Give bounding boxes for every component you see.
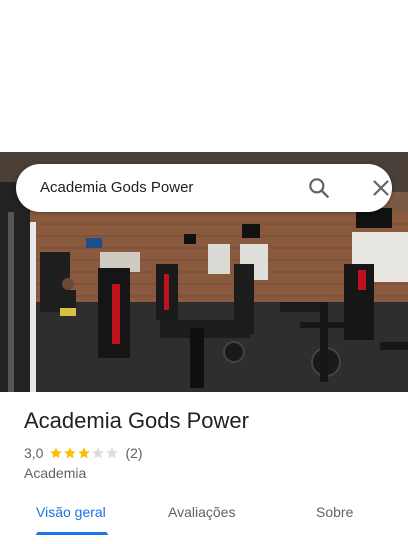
place-title: Academia Gods Power: [24, 408, 249, 433]
review-count[interactable]: (2): [125, 445, 142, 461]
star-filled-icon: [64, 447, 77, 459]
map-area-blank: [0, 0, 408, 152]
star-filled-icon: [50, 447, 63, 459]
tab-visao-geral[interactable]: Visão geral: [36, 504, 106, 520]
place-category[interactable]: Academia: [24, 465, 86, 481]
search-bar[interactable]: Academia Gods Power: [16, 164, 392, 212]
search-input[interactable]: Academia Gods Power: [40, 164, 193, 212]
star-empty-icon: [92, 447, 105, 459]
tab-avaliacoes[interactable]: Avaliações: [168, 504, 235, 520]
active-tab-indicator: [36, 532, 108, 535]
close-icon[interactable]: [368, 175, 394, 201]
rating-value: 3,0: [24, 445, 44, 461]
place-tabs: Visão geral Avaliações Sobre: [0, 498, 408, 544]
rating-row[interactable]: 3,0 (2): [24, 444, 143, 462]
star-rating: [49, 446, 119, 460]
star-empty-icon: [106, 447, 119, 459]
tab-sobre[interactable]: Sobre: [316, 504, 353, 520]
star-filled-icon: [78, 447, 91, 459]
search-icon[interactable]: [306, 175, 332, 201]
